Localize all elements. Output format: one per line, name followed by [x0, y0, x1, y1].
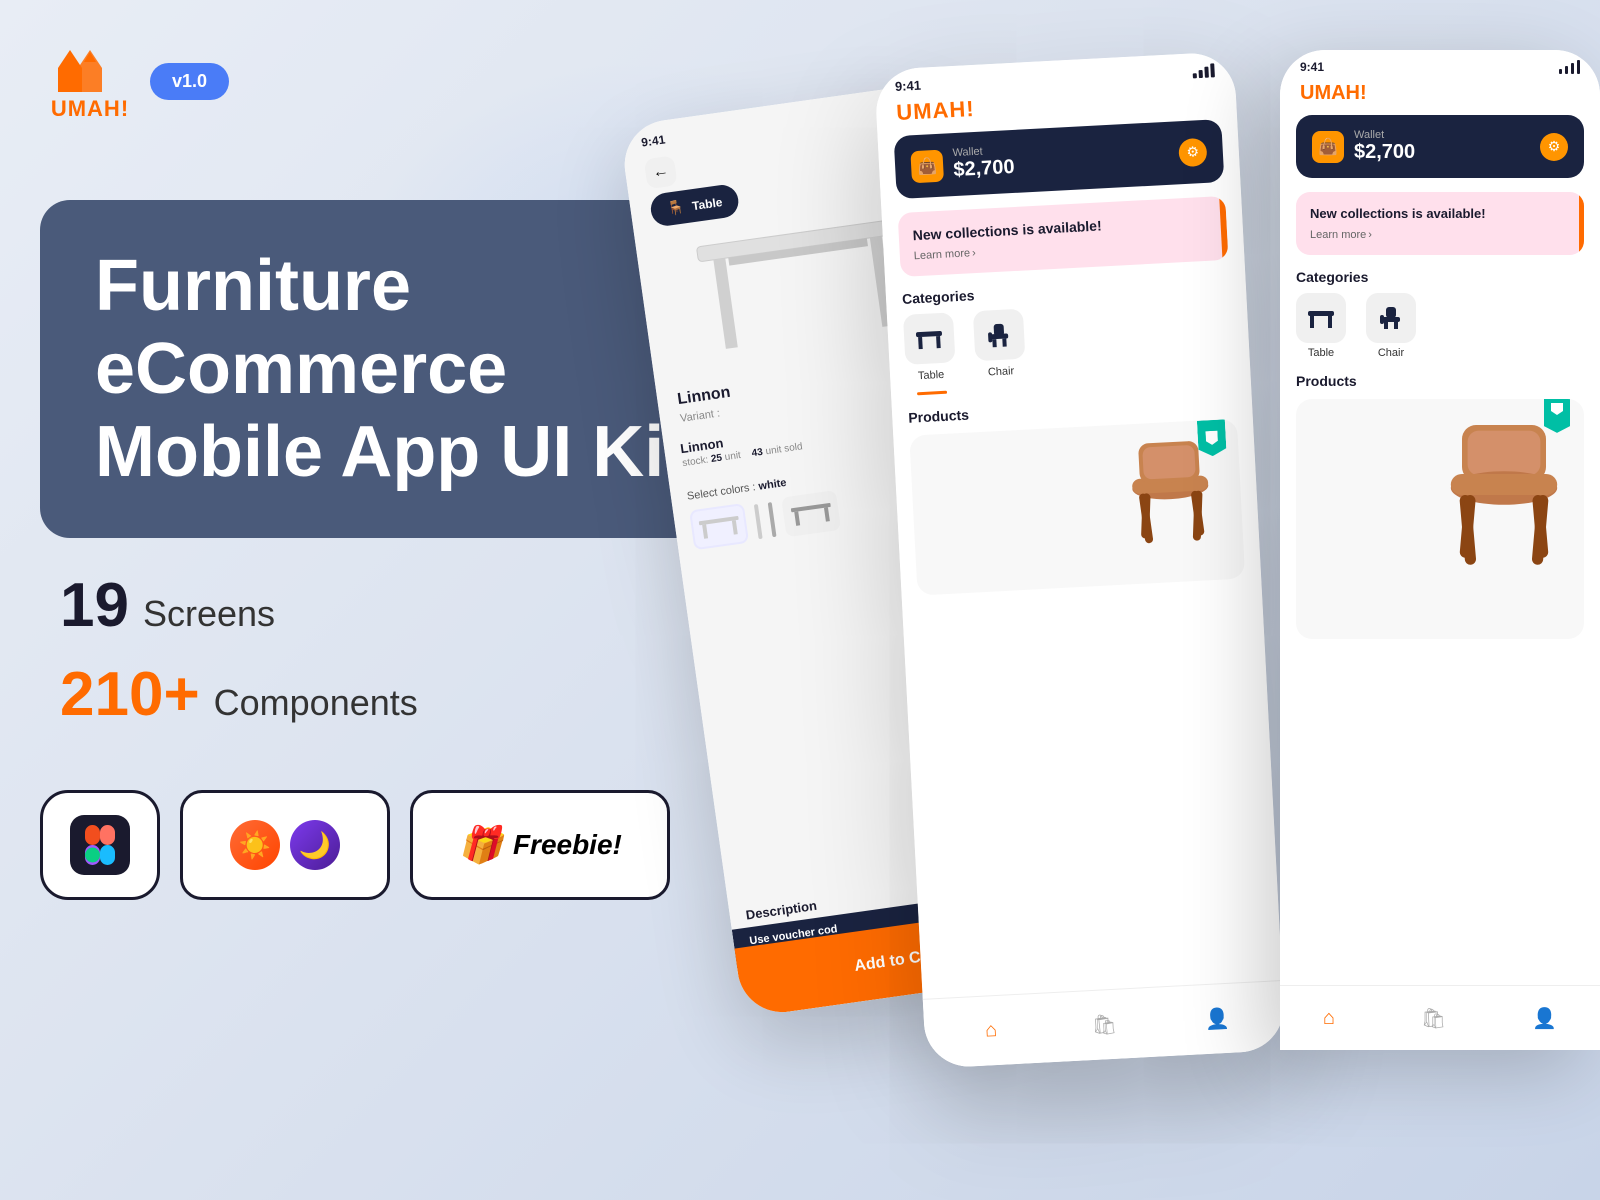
right-nav-home-icon[interactable]: ⌂: [1323, 1007, 1335, 1030]
phone-nav-bar: ⌂ 🛍 👤: [923, 980, 1286, 1069]
gift-icon: 🎁: [458, 824, 503, 866]
right-status-bar: 9:41: [1280, 50, 1600, 78]
phone-home-screen: 9:41 UMAH! 👜 Wallet $2,700 ⚙ New co: [874, 51, 1286, 1068]
right-app-name: UMAH!: [1280, 78, 1600, 115]
right-wallet-title: Wallet: [1354, 129, 1415, 141]
back-variant-label: Variant :: [679, 407, 720, 424]
back-button[interactable]: ←: [644, 155, 678, 189]
right-promo-link[interactable]: Learn more ›: [1310, 229, 1570, 241]
right-promo-banner[interactable]: New collections is available! Learn more…: [1296, 192, 1584, 255]
category-chair[interactable]: Chair: [973, 309, 1027, 393]
right-product-chair: [1434, 409, 1574, 619]
wallet-info: Wallet $2,700: [952, 144, 1015, 182]
components-label: Components: [214, 682, 418, 724]
home-time: 9:41: [895, 78, 922, 94]
phone-right-mockup: 9:41 UMAH! 👜 Wallet $2,700 ⚙ New co: [1280, 50, 1600, 1050]
theme-tools-badge[interactable]: ☀️ 🌙: [180, 790, 390, 900]
signal-bar-1: [1193, 73, 1197, 78]
tools-area: ☀️ 🌙 🎁 Freebie!: [40, 790, 670, 900]
wallet-amount: $2,700: [953, 156, 1015, 182]
signal-bar-3: [1204, 66, 1209, 77]
signal-bar-2: [1198, 69, 1202, 77]
nav-bag-icon[interactable]: 🛍: [1085, 1006, 1123, 1044]
screens-number: 19: [60, 570, 129, 641]
right-phone-nav: ⌂ 🛍 👤: [1280, 985, 1600, 1050]
back-product-name: Linnon: [676, 384, 731, 409]
promo-banner[interactable]: New collections is available! Learn more…: [898, 196, 1229, 277]
right-category-table[interactable]: Table: [1296, 293, 1346, 359]
signal-bar-4: [1210, 63, 1215, 77]
back-phone-time: 9:41: [640, 132, 666, 150]
version-badge: v1.0: [150, 63, 229, 100]
right-product-card[interactable]: [1296, 399, 1584, 639]
wallet-left: 👜 Wallet $2,700: [910, 144, 1015, 184]
right-wallet-amount: $2,700: [1354, 141, 1415, 164]
components-stat: 210+ Components: [60, 659, 418, 730]
right-wallet-left: 👜 Wallet $2,700: [1312, 129, 1415, 164]
sun-icon: ☀️: [230, 820, 280, 870]
color-swatch-alt[interactable]: [781, 490, 841, 537]
stats-area: 19 Screens 210+ Components: [60, 570, 418, 748]
nav-home-icon[interactable]: ⌂: [972, 1012, 1010, 1050]
screens-label: Screens: [143, 593, 275, 635]
right-promo-accent: [1579, 192, 1584, 255]
chair-category-name: Chair: [988, 365, 1015, 378]
brand-logo[interactable]: UMAH!: [50, 40, 130, 122]
right-nav-profile-icon[interactable]: 👤: [1532, 1006, 1557, 1031]
right-nav-bag-icon[interactable]: 🛍: [1421, 1006, 1446, 1031]
right-phone-time: 9:41: [1300, 60, 1324, 74]
right-categories-title: Categories: [1280, 269, 1600, 293]
right-categories-row: Table Chair: [1280, 293, 1600, 373]
table-category-icon: [903, 313, 956, 366]
screens-stat: 19 Screens: [60, 570, 418, 641]
signal-bars: [1192, 63, 1215, 78]
phone-right-screen: 9:41 UMAH! 👜 Wallet $2,700 ⚙ New co: [1280, 50, 1600, 1050]
product-card[interactable]: [909, 419, 1245, 596]
brand-name: UMAH!: [51, 96, 129, 122]
right-wallet-card[interactable]: 👜 Wallet $2,700 ⚙: [1296, 115, 1584, 178]
right-chair-name: Chair: [1378, 347, 1404, 359]
freebie-label: Freebie!: [513, 829, 622, 861]
chair-category-icon: [973, 309, 1026, 362]
headline-text: Furniture eCommerce Mobile App UI Kit: [95, 245, 705, 493]
components-number: 210+: [60, 659, 200, 730]
figma-badge[interactable]: [40, 790, 160, 900]
variant-bar-2: [768, 502, 777, 537]
variant-bar-1: [754, 503, 763, 538]
promo-accent-bar: [1219, 196, 1228, 260]
right-chair-icon: [1366, 293, 1416, 343]
right-promo-title: New collections is available!: [1310, 206, 1570, 223]
logo-area: UMAH! v1.0: [50, 40, 229, 122]
categories-row: Table Chair: [887, 297, 1251, 411]
table-category-name: Table: [918, 369, 945, 382]
freebie-badge[interactable]: 🎁 Freebie!: [410, 790, 670, 900]
nav-profile-icon[interactable]: 👤: [1199, 1000, 1237, 1038]
category-table[interactable]: Table: [903, 313, 957, 397]
table-underline: [917, 391, 947, 396]
product-chair-img: [1118, 430, 1225, 570]
right-wallet-settings-icon[interactable]: ⚙: [1540, 133, 1568, 161]
color-swatch-white[interactable]: [689, 503, 749, 550]
moon-icon: 🌙: [290, 820, 340, 870]
right-wallet-info: Wallet $2,700: [1354, 129, 1415, 164]
wallet-icon: 👜: [910, 149, 944, 183]
wallet-settings-icon[interactable]: ⚙: [1178, 137, 1207, 166]
right-products-title: Products: [1280, 373, 1600, 399]
right-table-icon: [1296, 293, 1346, 343]
figma-icon: [70, 815, 130, 875]
right-category-chair[interactable]: Chair: [1366, 293, 1416, 359]
right-wallet-icon: 👜: [1312, 131, 1344, 163]
right-table-name: Table: [1308, 347, 1334, 359]
phone-front-mockup: 9:41 UMAH! 👜 Wallet $2,700 ⚙ New co: [874, 51, 1286, 1068]
